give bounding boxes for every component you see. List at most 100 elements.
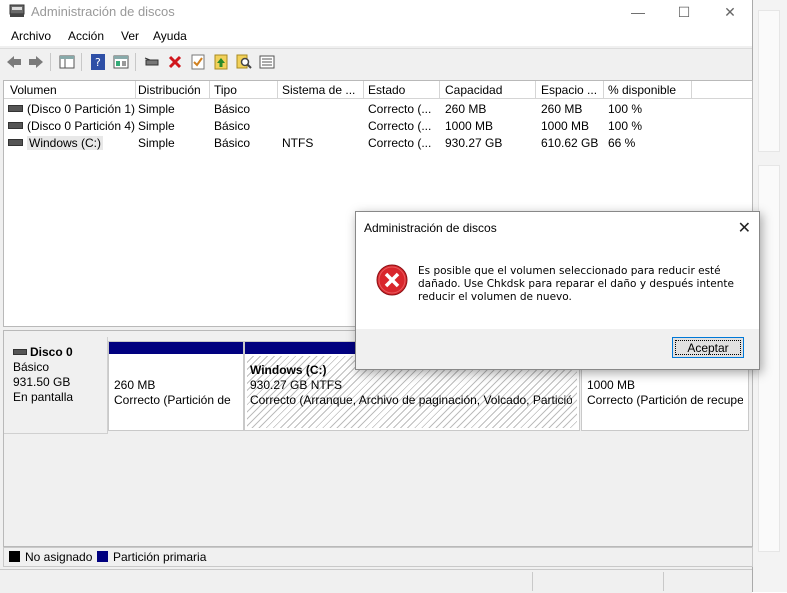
minimize-icon: —	[631, 4, 645, 20]
dialog-body: Es posible que el volumen seleccionado p…	[356, 242, 759, 329]
layout-cell: Simple	[138, 136, 175, 150]
error-dialog: Administración de discos ✕ Es posible qu…	[355, 211, 760, 370]
close-button[interactable]: ✕	[707, 0, 753, 24]
maximize-button[interactable]: ☐	[661, 0, 707, 24]
volume-icon	[8, 139, 23, 147]
table-row[interactable]: (Disco 0 Partición 1) Simple Básico Corr…	[4, 100, 752, 117]
disk-0-label[interactable]: Disco 0 Básico 931.50 GB En pantalla	[4, 337, 108, 434]
close-icon: ✕	[737, 220, 751, 237]
connect-drive-button[interactable]	[143, 53, 161, 71]
partition-status: Correcto (Arranque, Archivo de paginació…	[250, 393, 572, 407]
accept-button[interactable]: Aceptar	[672, 337, 744, 358]
search-button[interactable]	[235, 53, 253, 71]
delete-icon	[168, 55, 182, 69]
column-resize-handle[interactable]	[209, 81, 210, 98]
column-sistema[interactable]: Sistema de ...	[282, 83, 362, 97]
volume-cell: (Disco 0 Partición 1)	[8, 102, 135, 116]
partition-1[interactable]: 260 MB Correcto (Partición de	[108, 341, 244, 431]
free-space-cell: 260 MB	[541, 102, 583, 116]
status-cell: Correcto (...	[368, 102, 432, 116]
disk-type: Básico	[13, 360, 50, 374]
column-disponible[interactable]: % disponible	[608, 83, 690, 97]
dialog-message-line: Es posible que el volumen seleccionado p…	[418, 265, 721, 277]
menu-accion[interactable]: Acción	[68, 29, 104, 43]
error-icon	[376, 264, 408, 296]
partition-size: 930.27 GB NTFS	[250, 378, 343, 392]
dialog-message-line: reducir el volumen de nuevo.	[418, 291, 572, 303]
capacity-cell: 260 MB	[445, 102, 487, 116]
free-space-cell: 610.62 GB	[541, 136, 599, 150]
column-volumen[interactable]: Volumen	[10, 83, 134, 97]
volume-name: Windows (C:)	[27, 136, 104, 150]
type-cell: Básico	[214, 119, 251, 133]
disk-name: Disco 0	[30, 345, 73, 359]
column-resize-handle[interactable]	[691, 81, 692, 98]
column-resize-handle[interactable]	[535, 81, 536, 98]
primary-partition-swatch	[97, 551, 108, 562]
close-icon: ✕	[724, 3, 736, 20]
svg-text:?: ?	[95, 56, 101, 69]
dialog-close-button[interactable]: ✕	[738, 218, 751, 238]
menu-ayuda[interactable]: Ayuda	[153, 29, 187, 43]
capacity-cell: 930.27 GB	[445, 136, 503, 150]
title-bar: Administración de discos — ☐ ✕	[0, 0, 752, 24]
toolbar-separator	[81, 53, 82, 71]
check-button[interactable]	[189, 53, 207, 71]
layout-cell: Simple	[138, 102, 175, 116]
back-button[interactable]	[5, 53, 23, 71]
table-row[interactable]: Windows (C:) Simple Básico NTFS Correcto…	[4, 134, 752, 151]
disk-view-button[interactable]	[258, 53, 276, 71]
check-icon	[191, 54, 205, 70]
back-arrow-icon	[7, 56, 21, 68]
status-bar-separator	[532, 572, 533, 591]
volume-name: (Disco 0 Partición 4)	[27, 119, 136, 133]
connect-drive-icon	[144, 57, 159, 66]
menu-archivo[interactable]: Archivo	[11, 29, 51, 43]
partition-title: Windows (C:)	[250, 363, 327, 377]
column-distribucion[interactable]: Distribución	[138, 83, 208, 97]
column-estado[interactable]: Estado	[368, 83, 438, 97]
column-tipo[interactable]: Tipo	[214, 83, 276, 97]
minimize-button[interactable]: —	[615, 0, 661, 24]
properties-button[interactable]	[112, 53, 130, 71]
search-icon	[236, 54, 252, 69]
column-espacio[interactable]: Espacio ...	[541, 83, 601, 97]
partition-bar	[109, 342, 243, 354]
legend-unallocated: No asignado	[25, 550, 93, 564]
disk-management-app-icon	[9, 4, 25, 17]
column-resize-handle[interactable]	[439, 81, 440, 98]
column-resize-handle[interactable]	[603, 81, 604, 98]
column-resize-handle[interactable]	[277, 81, 278, 98]
type-cell: Básico	[214, 102, 251, 116]
show-hide-tree-button[interactable]	[58, 53, 76, 71]
legend-primary-partition: Partición primaria	[113, 550, 207, 564]
column-capacidad[interactable]: Capacidad	[445, 83, 533, 97]
volume-name: (Disco 0 Partición 1)	[27, 102, 136, 116]
forward-arrow-icon	[29, 56, 43, 68]
toolbar-separator	[50, 53, 51, 71]
partition-status: Correcto (Partición de	[114, 393, 231, 407]
help-button[interactable]: ?	[89, 53, 107, 71]
delete-button[interactable]	[166, 53, 184, 71]
disk-view-icon	[259, 55, 275, 69]
import-button[interactable]	[212, 53, 230, 71]
column-resize-handle[interactable]	[135, 81, 136, 98]
percent-free-cell: 100 %	[608, 102, 643, 116]
menu-ver[interactable]: Ver	[121, 29, 139, 43]
column-resize-handle[interactable]	[363, 81, 364, 98]
dialog-message: Es posible que el volumen seleccionado p…	[418, 265, 748, 304]
table-row[interactable]: (Disco 0 Partición 4) Simple Básico Corr…	[4, 117, 752, 134]
show-hide-console-tree-icon	[59, 55, 75, 69]
filesystem-cell: NTFS	[282, 136, 314, 150]
forward-button[interactable]	[27, 53, 45, 71]
help-icon: ?	[91, 54, 105, 70]
status-cell: Correcto (...	[368, 119, 432, 133]
disk-size: 931.50 GB	[13, 375, 71, 389]
menu-bar: Archivo Acción Ver Ayuda	[0, 24, 752, 46]
dialog-title-bar: Administración de discos ✕	[356, 212, 759, 242]
unallocated-swatch	[9, 551, 20, 562]
toolbar-separator	[135, 53, 136, 71]
disk-icon	[13, 349, 27, 355]
layout-cell: Simple	[138, 119, 175, 133]
status-bar-separator	[663, 572, 664, 591]
